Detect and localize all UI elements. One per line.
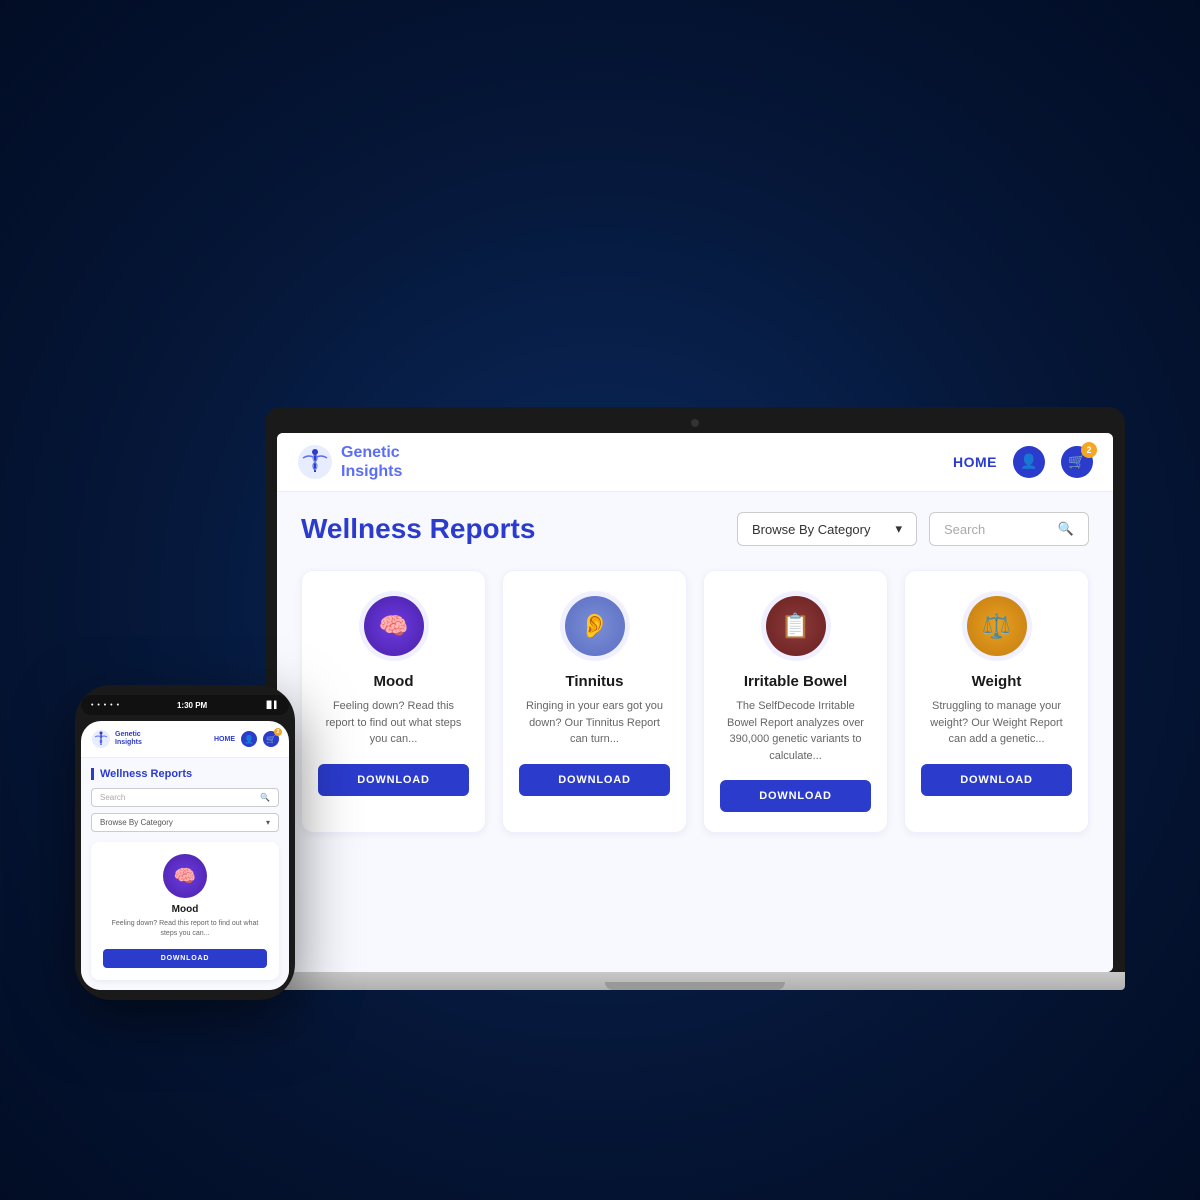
phone-mood-desc: Feeling down? Read this report to find o… <box>103 919 267 939</box>
content-toolbar: Wellness Reports Browse By Category ▾ Se… <box>301 512 1089 546</box>
phone-download-button[interactable]: DOWNLOAD <box>103 949 267 968</box>
phone-mood-title: Mood <box>103 904 267 915</box>
reports-grid: 🧠 Mood Feeling down? Read this report to… <box>301 570 1089 833</box>
tinnitus-icon: 👂 <box>565 596 625 656</box>
mood-download-button[interactable]: DOWNLOAD <box>318 764 469 796</box>
mood-icon: 🧠 <box>364 596 424 656</box>
phone-device: • • • • • 1:30 PM ▐▌▌ <box>75 685 295 1000</box>
mood-title: Mood <box>318 673 469 690</box>
report-card-weight: ⚖️ Weight Struggling to manage your weig… <box>904 570 1089 833</box>
bowel-download-button[interactable]: DOWNLOAD <box>720 780 871 812</box>
phone-category-dropdown[interactable]: Browse By Category ▾ <box>91 813 279 832</box>
bowel-icon-wrap: 📋 <box>761 591 831 661</box>
phone-content: Wellness Reports Search 🔍 Browse By Cate… <box>81 758 289 990</box>
scene: Genetic Insights HOME 👤 🛒 2 <box>75 150 1125 1050</box>
tinnitus-icon-wrap: 👂 <box>560 591 630 661</box>
phone-logo-text: Genetic Insights <box>115 731 142 748</box>
phone-search-box[interactable]: Search 🔍 <box>91 788 279 807</box>
category-dropdown[interactable]: Browse By Category ▾ <box>737 512 917 546</box>
cart-icon[interactable]: 🛒 2 <box>1061 446 1093 478</box>
phone-logo: Genetic Insights <box>91 729 142 749</box>
bowel-desc: The SelfDecode Irritable Bowel Report an… <box>720 698 871 764</box>
tinnitus-title: Tinnitus <box>519 673 670 690</box>
phone-page-title: Wellness Reports <box>91 768 279 780</box>
phone-cart-icon[interactable]: 🛒 2 <box>263 731 279 747</box>
phone-search-icon: 🔍 <box>260 793 270 802</box>
logo-icon <box>297 444 333 480</box>
app-content: Wellness Reports Browse By Category ▾ Se… <box>277 492 1113 972</box>
phone-user-icon[interactable]: 👤 <box>241 731 257 747</box>
report-card-tinnitus: 👂 Tinnitus Ringing in your ears got you … <box>502 570 687 833</box>
phone-status-bar: • • • • • 1:30 PM ▐▌▌ <box>81 695 289 715</box>
tinnitus-download-button[interactable]: DOWNLOAD <box>519 764 670 796</box>
weight-desc: Struggling to manage your weight? Our We… <box>921 698 1072 748</box>
app-nav: HOME 👤 🛒 2 <box>953 446 1093 478</box>
nav-home-link[interactable]: HOME <box>953 454 997 470</box>
tinnitus-desc: Ringing in your ears got you down? Our T… <box>519 698 670 748</box>
weight-icon: ⚖️ <box>967 596 1027 656</box>
app-header: Genetic Insights HOME 👤 🛒 2 <box>277 433 1113 492</box>
phone-nav-home[interactable]: HOME <box>214 736 235 743</box>
laptop-base <box>265 972 1125 990</box>
phone-outer: • • • • • 1:30 PM ▐▌▌ <box>75 685 295 1000</box>
app-logo: Genetic Insights <box>297 443 402 481</box>
weight-icon-wrap: ⚖️ <box>962 591 1032 661</box>
toolbar-right: Browse By Category ▾ Search 🔍 <box>737 512 1089 546</box>
phone-mood-icon: 🧠 <box>163 854 207 898</box>
user-icon[interactable]: 👤 <box>1013 446 1045 478</box>
laptop-device: Genetic Insights HOME 👤 🛒 2 <box>265 407 1125 990</box>
phone-logo-icon <box>91 729 111 749</box>
phone-cart-badge: 2 <box>274 728 282 736</box>
phone-battery: ▐▌▌ <box>264 702 279 709</box>
mood-desc: Feeling down? Read this report to find o… <box>318 698 469 748</box>
report-card-mood: 🧠 Mood Feeling down? Read this report to… <box>301 570 486 833</box>
phone-signal: • • • • • <box>91 702 120 709</box>
phone-report-card-mood: 🧠 Mood Feeling down? Read this report to… <box>91 842 279 980</box>
report-card-bowel: 📋 Irritable Bowel The SelfDecode Irritab… <box>703 570 888 833</box>
cart-badge: 2 <box>1081 442 1097 458</box>
phone-chevron-icon: ▾ <box>266 818 270 827</box>
weight-download-button[interactable]: DOWNLOAD <box>921 764 1072 796</box>
search-icon: 🔍 <box>1058 521 1074 537</box>
logo-text: Genetic Insights <box>341 443 402 481</box>
page-title: Wellness Reports <box>301 513 535 545</box>
phone-screen: Genetic Insights HOME 👤 🛒 2 <box>81 721 289 990</box>
chevron-down-icon: ▾ <box>895 521 902 537</box>
phone-time: 1:30 PM <box>177 701 207 710</box>
weight-title: Weight <box>921 673 1072 690</box>
laptop-screen: Genetic Insights HOME 👤 🛒 2 <box>277 433 1113 972</box>
bowel-title: Irritable Bowel <box>720 673 871 690</box>
bowel-icon: 📋 <box>766 596 826 656</box>
phone-header: Genetic Insights HOME 👤 🛒 2 <box>81 721 289 758</box>
mood-icon-wrap: 🧠 <box>359 591 429 661</box>
search-box[interactable]: Search 🔍 <box>929 512 1089 546</box>
phone-nav: HOME 👤 🛒 2 <box>214 731 279 747</box>
laptop-camera <box>691 419 699 427</box>
